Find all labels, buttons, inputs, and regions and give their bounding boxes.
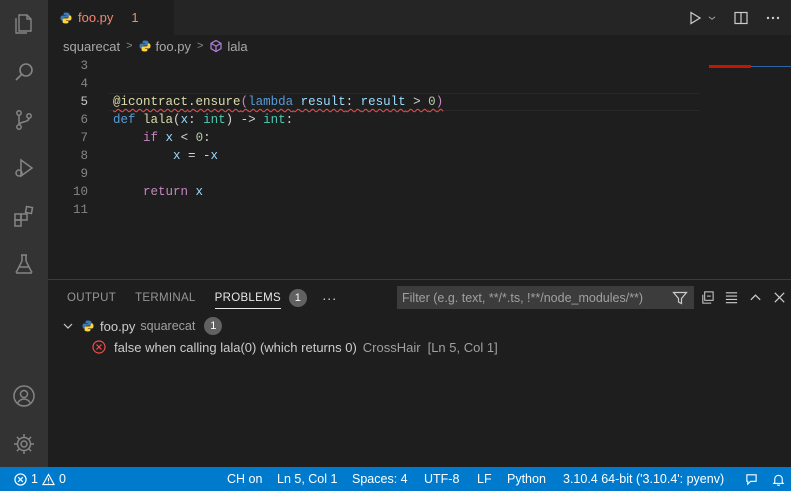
minimap-error-marker: [709, 65, 751, 68]
chevron-right-icon: >: [126, 40, 133, 52]
line-number: 4: [80, 77, 88, 91]
tab-label: foo.py: [78, 10, 114, 25]
run-python-file-icon[interactable]: [687, 10, 703, 26]
python-file-icon: [60, 12, 72, 23]
collapse-all-icon[interactable]: [700, 290, 715, 305]
code-line: 4: [48, 75, 698, 93]
extensions-icon[interactable]: [0, 192, 48, 240]
code-editor[interactable]: 3 4 5 @icontract.ensure(lambda result: r…: [48, 57, 791, 279]
activity-bar: [0, 0, 48, 467]
code-text: def lala(x: int) -> int:: [113, 113, 294, 127]
python-file-icon: [139, 40, 151, 52]
code-text: return x: [143, 185, 204, 199]
status-language[interactable]: Python: [507, 467, 546, 491]
line-number: 8: [80, 149, 88, 163]
account-icon[interactable]: [0, 372, 48, 420]
chevron-right-icon: >: [196, 40, 204, 52]
line-number: 7: [80, 131, 88, 145]
filter-placeholder: Filter (e.g. text, **/*.ts, !**/node_mod…: [402, 290, 644, 305]
tab-foo-py[interactable]: foo.py 1 ×: [48, 0, 174, 35]
problem-file-name: foo.py: [100, 318, 136, 334]
run-debug-icon[interactable]: [0, 144, 48, 192]
problem-source: CrossHair: [362, 339, 421, 355]
code-line: 11: [48, 201, 698, 219]
status-warning-count: 0: [58, 472, 66, 486]
status-bar: 1 0 CH on Ln 5, Col 1 Spaces: 4 UTF-8 LF…: [0, 467, 791, 491]
split-editor-icon[interactable]: [733, 10, 749, 26]
close-panel-icon[interactable]: [772, 290, 787, 305]
code-line: 7 if x < 0:: [48, 129, 698, 147]
error-icon: [14, 472, 27, 486]
tab-terminal[interactable]: TERMINAL: [135, 280, 196, 315]
problem-file-dir: squarecat: [140, 319, 196, 333]
settings-gear-icon[interactable]: [0, 420, 48, 468]
code-line: 8 x = -x: [48, 147, 698, 165]
code-line: 3: [48, 57, 698, 75]
problem-location: [Ln 5, Col 1]: [427, 339, 498, 355]
error-icon: [92, 340, 106, 354]
view-as-tree-icon[interactable]: [724, 290, 739, 305]
explorer-icon[interactable]: [0, 0, 48, 48]
status-interpreter[interactable]: 3.10.4 64-bit ('3.10.4': pyenv): [563, 467, 724, 491]
panel-actions: [700, 286, 787, 309]
code-text: @icontract.ensure(lambda result: result …: [113, 95, 444, 109]
editor-tab-bar: foo.py 1 ×: [48, 0, 791, 35]
code-text: if x < 0:: [143, 131, 211, 145]
chevron-down-icon[interactable]: [62, 320, 74, 332]
status-crosshair[interactable]: CH on: [227, 467, 262, 491]
code-line: 10 return x: [48, 183, 698, 201]
tab-problem-count: 1: [131, 10, 139, 25]
problems-count-badge: 1: [288, 288, 307, 307]
problem-file-count-badge: 1: [204, 317, 223, 335]
feedback-icon[interactable]: [745, 467, 758, 491]
tab-problems[interactable]: PROBLEMS: [214, 280, 282, 315]
more-actions-icon[interactable]: [765, 10, 781, 26]
status-eol[interactable]: LF: [477, 467, 492, 491]
code-line: 6 def lala(x: int) -> int:: [48, 111, 698, 129]
panel-tabs: OUTPUT TERMINAL PROBLEMS 1 ···: [48, 280, 337, 315]
line-number: 9: [80, 167, 88, 181]
minimap[interactable]: [707, 57, 791, 279]
line-number: 6: [80, 113, 88, 127]
line-number: 10: [72, 185, 88, 199]
breadcrumb: squarecat > foo.py > lala: [48, 35, 791, 57]
problems-filter-input[interactable]: Filter (e.g. text, **/*.ts, !**/node_mod…: [397, 286, 694, 309]
editor-actions: [687, 0, 781, 35]
code-line: 5 @icontract.ensure(lambda result: resul…: [48, 93, 698, 111]
status-indentation[interactable]: Spaces: 4: [352, 467, 408, 491]
search-icon[interactable]: [0, 48, 48, 96]
breadcrumb-file[interactable]: foo.py: [156, 39, 191, 54]
bottom-panel: OUTPUT TERMINAL PROBLEMS 1 ··· Filter (e…: [48, 279, 791, 467]
maximize-panel-icon[interactable]: [748, 290, 763, 305]
line-number: 11: [72, 203, 88, 217]
code-text: x = -x: [173, 149, 219, 163]
source-control-icon[interactable]: [0, 96, 48, 144]
testing-icon[interactable]: [0, 240, 48, 288]
code-line: 9: [48, 165, 698, 183]
line-number: 5: [80, 95, 88, 109]
panel-more-button[interactable]: ···: [322, 290, 337, 306]
filter-icon[interactable]: [672, 290, 688, 306]
status-error-count: 1: [31, 472, 38, 486]
line-number: 3: [80, 59, 88, 73]
chevron-down-icon[interactable]: [707, 10, 717, 26]
tab-output[interactable]: OUTPUT: [67, 280, 116, 315]
status-problems[interactable]: 1 0: [14, 467, 66, 491]
warning-icon: [41, 472, 55, 485]
problem-item[interactable]: false when calling lala(0) (which return…: [92, 338, 498, 356]
minimap-line: [751, 66, 791, 67]
status-encoding[interactable]: UTF-8: [424, 467, 459, 491]
status-cursor-position[interactable]: Ln 5, Col 1: [277, 467, 337, 491]
python-file-icon: [82, 320, 94, 332]
breadcrumb-symbol[interactable]: lala: [227, 39, 247, 54]
problem-message: false when calling lala(0) (which return…: [114, 339, 357, 355]
breadcrumb-folder[interactable]: squarecat: [63, 39, 120, 54]
problems-file-row[interactable]: foo.py squarecat 1: [62, 317, 223, 335]
notifications-bell-icon[interactable]: [772, 467, 785, 491]
method-symbol-icon: [210, 39, 222, 53]
